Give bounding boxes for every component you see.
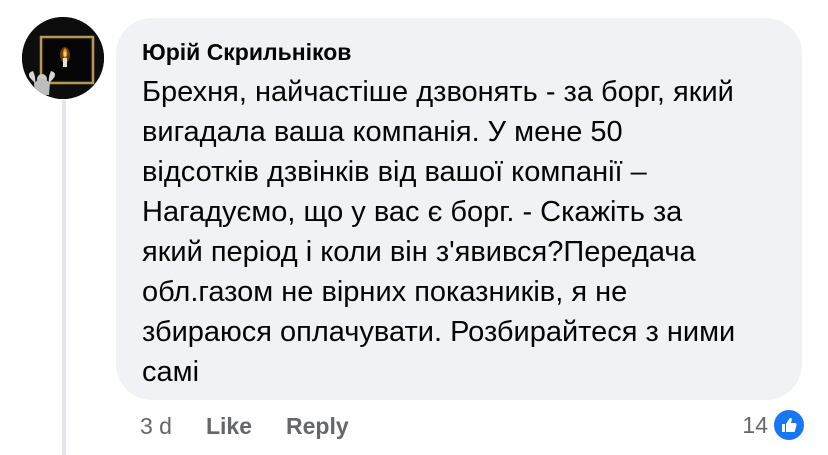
like-thumb-icon [772, 408, 806, 442]
avatar[interactable] [22, 17, 104, 99]
like-button[interactable]: Like [206, 413, 252, 440]
comment-text: Брехня, найчастіше дзвонять - за борг, я… [142, 76, 736, 388]
comment-actions: 3 d Like Reply [140, 408, 383, 444]
thread-line [62, 100, 66, 455]
reaction-count: 14 [742, 411, 768, 438]
comment-author[interactable]: Юрій Скрильніков [142, 38, 778, 66]
comment-bubble: Юрій Скрильніков Брехня, найчастіше дзво… [116, 18, 802, 400]
comment-timestamp[interactable]: 3 d [140, 413, 172, 440]
comment-thread: Юрій Скрильніков Брехня, найчастіше дзво… [0, 0, 828, 455]
reaction-summary[interactable]: 14 [742, 407, 806, 443]
candle-icon [22, 17, 104, 99]
reply-button[interactable]: Reply [286, 413, 349, 440]
